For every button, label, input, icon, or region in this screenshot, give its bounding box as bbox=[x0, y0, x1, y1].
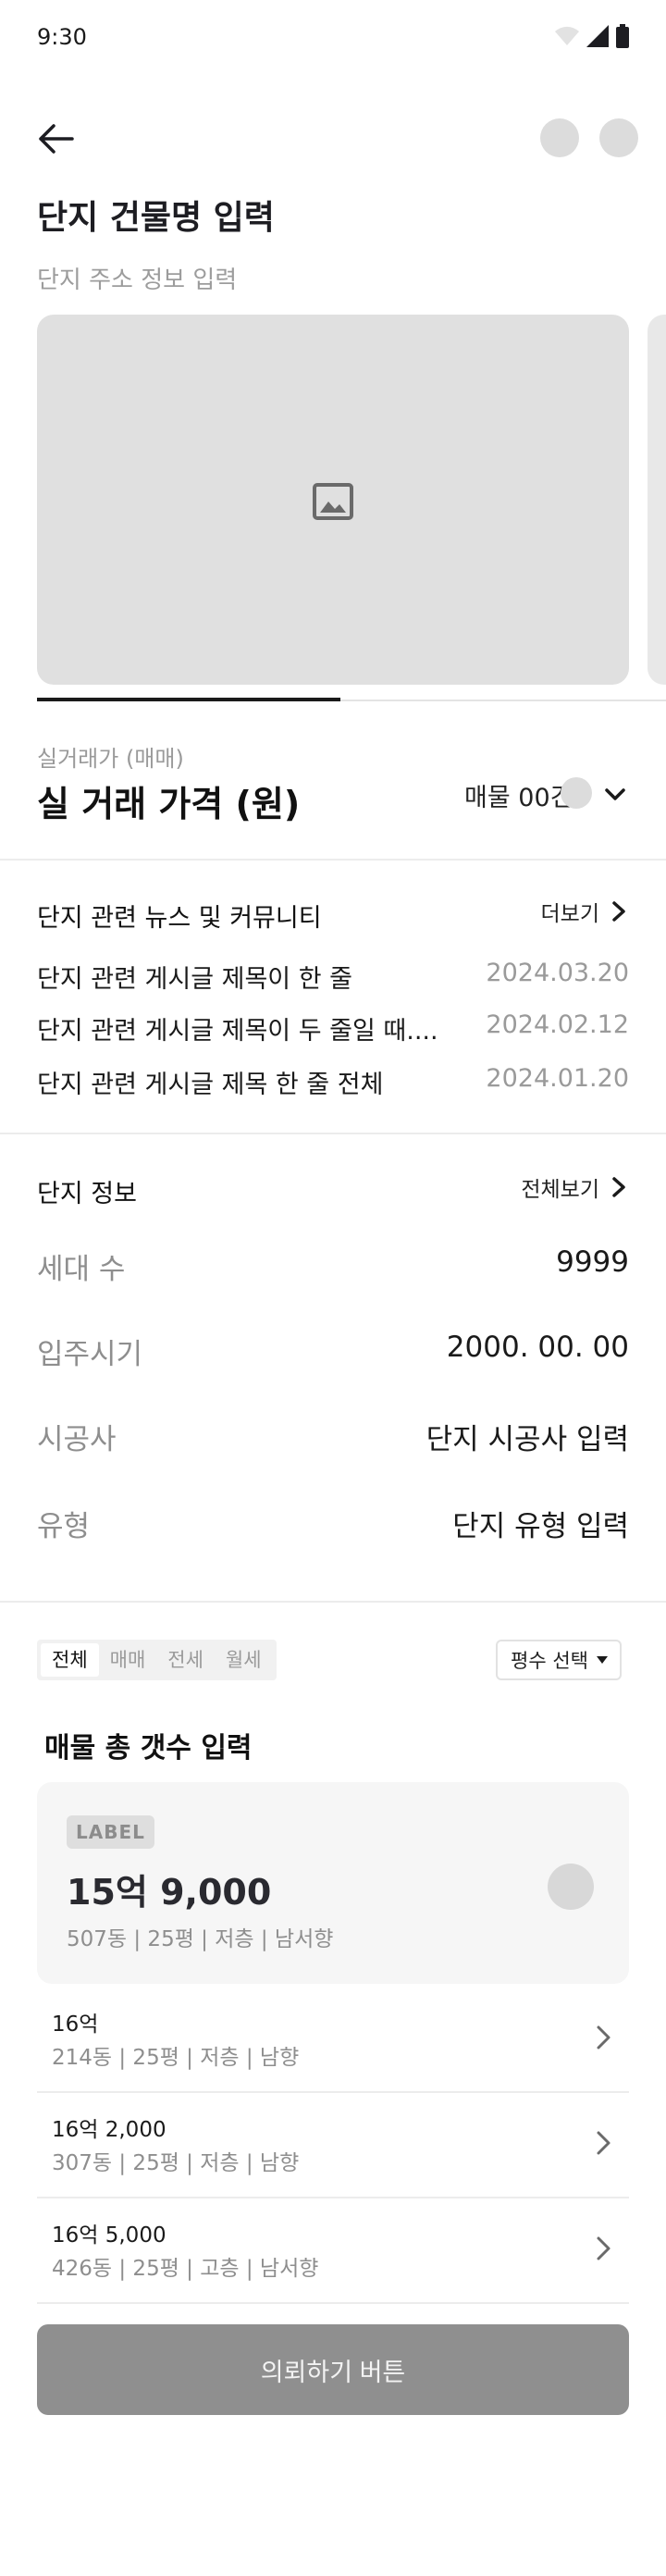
header-action-button[interactable] bbox=[540, 118, 579, 157]
news-more-link[interactable]: 더보기 bbox=[541, 896, 629, 927]
listing-price: 16억 bbox=[52, 2012, 99, 2037]
row-divider bbox=[37, 2302, 629, 2304]
section-divider bbox=[0, 1133, 666, 1134]
price-title: 실 거래 가격 (원) bbox=[37, 784, 301, 824]
news-more-label: 더보기 bbox=[540, 902, 599, 926]
next-image-peek[interactable] bbox=[648, 315, 666, 685]
listing-total-title: 매물 총 갯수 입력 bbox=[44, 1732, 253, 1765]
battery-icon bbox=[616, 24, 629, 48]
listing-count[interactable]: 매물 00건 bbox=[464, 777, 573, 813]
chevron-right-icon bbox=[612, 1177, 625, 1197]
page-subtitle: 단지 주소 정보 입력 bbox=[37, 266, 238, 294]
featured-listing-action[interactable] bbox=[548, 1864, 594, 1910]
info-view-all-label: 전체보기 bbox=[521, 1178, 599, 1202]
news-item-date: 2024.03.20 bbox=[486, 959, 629, 987]
info-key: 시공사 bbox=[37, 1423, 117, 1456]
info-value: 2000. 00. 00 bbox=[446, 1331, 629, 1364]
news-item-title[interactable]: 단지 관련 게시글 제목이 두 줄일 때.... bbox=[37, 1010, 438, 1046]
chevron-right-icon[interactable] bbox=[592, 2128, 614, 2158]
info-view-all-link[interactable]: 전체보기 bbox=[521, 1171, 629, 1203]
info-value: 단지 시공사 입력 bbox=[426, 1423, 629, 1456]
header-action-button[interactable] bbox=[599, 118, 638, 157]
listing-meta: 214동 | 25평 | 저층 | 남향 bbox=[52, 2046, 300, 2070]
tab-monthly[interactable]: 월세 bbox=[215, 1643, 273, 1677]
chevron-down-icon[interactable] bbox=[603, 783, 627, 807]
deal-type-tabs: 전체 매매 전세 월세 bbox=[37, 1640, 277, 1680]
news-item-title[interactable]: 단지 관련 게시글 제목 한 줄 전체 bbox=[37, 1064, 383, 1100]
news-item-date: 2024.02.12 bbox=[486, 1010, 629, 1039]
info-section-title: 단지 정보 bbox=[37, 1180, 137, 1208]
featured-listing-price: 15억 9,000 bbox=[67, 1872, 272, 1913]
news-item-date: 2024.01.20 bbox=[486, 1064, 629, 1093]
wifi-icon bbox=[555, 26, 579, 45]
listing-meta: 426동 | 25평 | 고층 | 남서향 bbox=[52, 2257, 319, 2281]
image-placeholder-icon bbox=[313, 483, 353, 520]
chevron-right-icon[interactable] bbox=[592, 2234, 614, 2263]
news-item-title[interactable]: 단지 관련 게시글 제목이 한 줄 bbox=[37, 959, 352, 995]
tab-jeonse[interactable]: 전세 bbox=[156, 1643, 215, 1677]
info-key: 세대 수 bbox=[37, 1253, 126, 1286]
status-time: 9:30 bbox=[37, 24, 87, 50]
carousel-indicator bbox=[37, 698, 340, 701]
listing-price: 16억 5,000 bbox=[52, 2223, 166, 2248]
news-section-title: 단지 관련 뉴스 및 커뮤니티 bbox=[37, 904, 322, 933]
row-divider bbox=[37, 2091, 629, 2093]
chevron-right-icon bbox=[612, 901, 625, 922]
info-key: 입주시기 bbox=[37, 1338, 143, 1371]
caret-down-icon bbox=[597, 1656, 608, 1664]
section-divider bbox=[0, 1601, 666, 1603]
chevron-right-icon[interactable] bbox=[592, 2023, 614, 2052]
request-button[interactable]: 의뢰하기 버튼 bbox=[37, 2324, 629, 2415]
tab-sale[interactable]: 매매 bbox=[99, 1643, 157, 1677]
price-type-label: 실거래가 (매매) bbox=[37, 746, 184, 772]
section-divider bbox=[0, 859, 666, 861]
area-select-label: 평수 선택 bbox=[511, 1650, 588, 1672]
row-divider bbox=[37, 2197, 629, 2198]
info-value: 단지 유형 입력 bbox=[452, 1510, 629, 1543]
info-key: 유형 bbox=[37, 1510, 91, 1543]
tab-all[interactable]: 전체 bbox=[41, 1643, 99, 1677]
listing-label-badge: LABEL bbox=[67, 1815, 154, 1849]
page-title: 단지 건물명 입력 bbox=[37, 199, 275, 237]
signal-icon bbox=[586, 25, 609, 47]
status-icons bbox=[555, 24, 629, 48]
listing-meta: 307동 | 25평 | 저층 | 남향 bbox=[52, 2151, 300, 2175]
back-arrow-icon[interactable] bbox=[35, 118, 76, 159]
info-value: 9999 bbox=[556, 1245, 629, 1279]
area-select[interactable]: 평수 선택 bbox=[496, 1640, 622, 1680]
listing-count-badge bbox=[561, 777, 592, 809]
listing-price: 16억 2,000 bbox=[52, 2118, 166, 2142]
featured-listing-meta: 507동 | 25평 | 저층 | 남서향 bbox=[67, 1927, 334, 1951]
